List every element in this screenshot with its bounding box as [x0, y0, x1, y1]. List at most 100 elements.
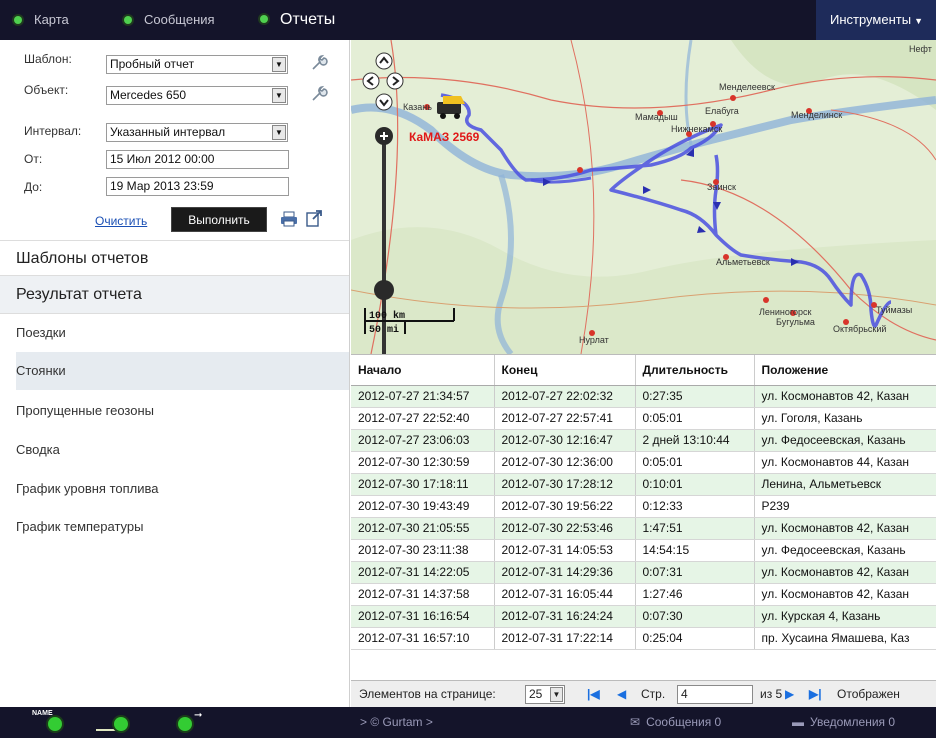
map-place-label: Мамадыш	[635, 112, 678, 122]
report-templates-header[interactable]: Шаблоны отчетов	[0, 240, 349, 276]
map-place-label: Туймазы	[876, 305, 912, 315]
cell-end: 2012-07-31 16:05:44	[494, 583, 636, 606]
map-place-label: Менделеевск	[719, 82, 775, 92]
cell-start: 2012-07-30 23:11:38	[351, 539, 495, 562]
cell-end: 2012-07-30 12:36:00	[494, 451, 636, 474]
table-row[interactable]: 2012-07-27 22:52:40 2012-07-27 22:57:41 0:…	[351, 407, 936, 430]
interval-label: Интервал:	[24, 124, 82, 138]
cell-location: ул. Федосеевская, Казань	[754, 429, 936, 452]
cell-duration: 1:47:51	[635, 517, 755, 540]
map-canvas[interactable]: Нефт Менделеевск Мамадыш Елабуга Мендели…	[351, 40, 936, 354]
cell-start: 2012-07-31 16:57:10	[351, 627, 495, 650]
object-select[interactable]: Mercedes 650 ▼	[106, 86, 288, 105]
scale-mi-label: 50 mi	[369, 324, 399, 336]
notifications-counter-label: Уведомления 0	[810, 715, 896, 729]
cell-end: 2012-07-31 17:22:14	[494, 627, 636, 650]
cell-duration: 0:25:04	[635, 627, 755, 650]
unit-name-toggle-icon[interactable]	[48, 717, 62, 731]
tools-menu-button[interactable]: Инструменты ▼	[816, 0, 936, 40]
table-row[interactable]: 2012-07-30 17:18:11 2012-07-30 17:28:12 0:…	[351, 473, 936, 496]
result-item-stops[interactable]: Стоянки	[16, 352, 349, 390]
table-row[interactable]: 2012-07-30 23:11:38 2012-07-31 14:05:53 14…	[351, 539, 936, 562]
wrench-icon[interactable]	[310, 54, 328, 72]
status-toggle-icon[interactable]	[114, 717, 128, 731]
cell-location: ул. Космонавтов 42, Казан	[754, 561, 936, 584]
cell-location: пр. Хусаина Ямашева, Каз	[754, 627, 936, 650]
column-header-start[interactable]: Начало	[351, 355, 495, 386]
cell-location: ул. Космонавтов 44, Казан	[754, 451, 936, 474]
table-row[interactable]: 2012-07-27 21:34:57 2012-07-27 22:02:32 0:…	[351, 385, 936, 408]
cell-end: 2012-07-27 22:57:41	[494, 407, 636, 430]
map-place-label: Лениногорск	[759, 307, 811, 317]
chevron-down-icon: ▼	[550, 687, 563, 702]
table-row[interactable]: 2012-07-30 12:30:59 2012-07-30 12:36:00 0:…	[351, 451, 936, 474]
interval-select[interactable]: Указанный интервал ▼	[106, 123, 288, 142]
result-item-temperature-chart[interactable]: График температуры	[16, 508, 349, 546]
from-date-input[interactable]: 15 Июл 2012 00:00	[106, 150, 289, 169]
column-header-duration[interactable]: Длительность	[635, 355, 755, 386]
cell-location: Р239	[754, 495, 936, 518]
column-header-end[interactable]: Конец	[494, 355, 636, 386]
per-page-select[interactable]: 25 ▼	[525, 685, 565, 704]
notification-icon: ▬	[792, 715, 804, 729]
cell-start: 2012-07-30 17:18:11	[351, 473, 495, 496]
map-view[interactable]: Нефт Менделеевск Мамадыш Елабуга Мендели…	[351, 40, 936, 354]
cell-start: 2012-07-27 23:06:03	[351, 429, 495, 452]
column-header-location[interactable]: Положение	[754, 355, 936, 386]
chevron-down-icon: ▼	[272, 125, 286, 140]
export-icon[interactable]	[305, 209, 323, 227]
prev-page-icon[interactable]: ◀	[617, 681, 626, 707]
table-row[interactable]: 2012-07-31 16:57:10 2012-07-31 17:22:14 0:…	[351, 627, 936, 650]
clear-button[interactable]: Очистить	[95, 214, 147, 228]
nav-tab-map[interactable]: Карта	[14, 0, 69, 40]
nav-tab-reports[interactable]: Отчеты	[260, 0, 335, 40]
map-place-label: Альметьевск	[716, 257, 770, 267]
table-row[interactable]: 2012-07-31 14:37:58 2012-07-31 16:05:44 1:…	[351, 583, 936, 606]
status-dot-icon	[124, 15, 132, 24]
nav-tab-messages[interactable]: Сообщения	[124, 0, 215, 40]
top-navigation-bar: Карта Сообщения Отчеты Инструменты ▼	[0, 0, 936, 40]
cell-location: ул. Гоголя, Казань	[754, 407, 936, 430]
cell-end: 2012-07-31 16:24:24	[494, 605, 636, 628]
table-row[interactable]: 2012-07-30 21:05:55 2012-07-30 22:53:46 1:…	[351, 517, 936, 540]
notifications-counter[interactable]: ▬ Уведомления 0	[792, 707, 895, 738]
run-report-button[interactable]: Выполнить	[171, 207, 267, 232]
messages-counter[interactable]: ✉ Сообщения 0	[630, 707, 721, 738]
report-panel: Шаблон: Пробный отчет ▼ Объект: Mercedes …	[0, 40, 350, 707]
cell-end: 2012-07-31 14:05:53	[494, 539, 636, 562]
cell-end: 2012-07-31 14:29:36	[494, 561, 636, 584]
result-item-fuel-chart[interactable]: График уровня топлива	[16, 470, 349, 508]
cell-duration: 14:54:15	[635, 539, 755, 562]
result-item-label: Поездки	[16, 325, 66, 340]
table-row[interactable]: 2012-07-30 19:43:49 2012-07-30 19:56:22 0:…	[351, 495, 936, 518]
cell-end: 2012-07-30 22:53:46	[494, 517, 636, 540]
result-item-summary[interactable]: Сводка	[16, 431, 349, 469]
last-page-icon[interactable]: ▶|	[809, 681, 822, 707]
page-label: Стр.	[641, 687, 666, 701]
follow-unit-toggle-icon[interactable]	[178, 717, 192, 731]
from-label: От:	[24, 152, 43, 166]
bottom-status-bar: NAME ➞ > © Gurtam > ✉ Сообщения 0 ▬ Уведом…	[0, 707, 936, 738]
cell-duration: 2 дней 13:10:44	[635, 429, 755, 452]
table-row[interactable]: 2012-07-27 23:06:03 2012-07-30 12:16:47 2 …	[351, 429, 936, 452]
copyright-link[interactable]: > © Gurtam >	[360, 707, 433, 738]
cell-end: 2012-07-30 17:28:12	[494, 473, 636, 496]
to-date-input[interactable]: 19 Мар 2013 23:59	[106, 177, 289, 196]
next-page-icon[interactable]: ▶	[785, 681, 794, 707]
template-select[interactable]: Пробный отчет ▼	[106, 55, 288, 74]
pagination-bar: Элементов на странице: 25 ▼ |◀ ◀ Стр. 4 и…	[351, 680, 936, 707]
zoom-handle[interactable]	[374, 280, 394, 300]
display-label: Отображен	[837, 687, 900, 701]
result-item-missed-geofences[interactable]: Пропущенные геозоны	[16, 392, 349, 430]
cell-location: ул. Космонавтов 42, Казан	[754, 583, 936, 606]
status-dot-icon	[260, 14, 268, 23]
page-input[interactable]: 4	[677, 685, 753, 704]
first-page-icon[interactable]: |◀	[587, 681, 600, 707]
print-icon[interactable]	[280, 210, 298, 228]
page-input-value: 4	[681, 687, 688, 701]
table-row[interactable]: 2012-07-31 14:22:05 2012-07-31 14:29:36 0:…	[351, 561, 936, 584]
result-item-trips[interactable]: Поездки	[16, 314, 349, 352]
report-result-header[interactable]: Результат отчета	[0, 276, 349, 314]
table-row[interactable]: 2012-07-31 16:16:54 2012-07-31 16:24:24 0:…	[351, 605, 936, 628]
wrench-icon[interactable]	[310, 85, 328, 103]
